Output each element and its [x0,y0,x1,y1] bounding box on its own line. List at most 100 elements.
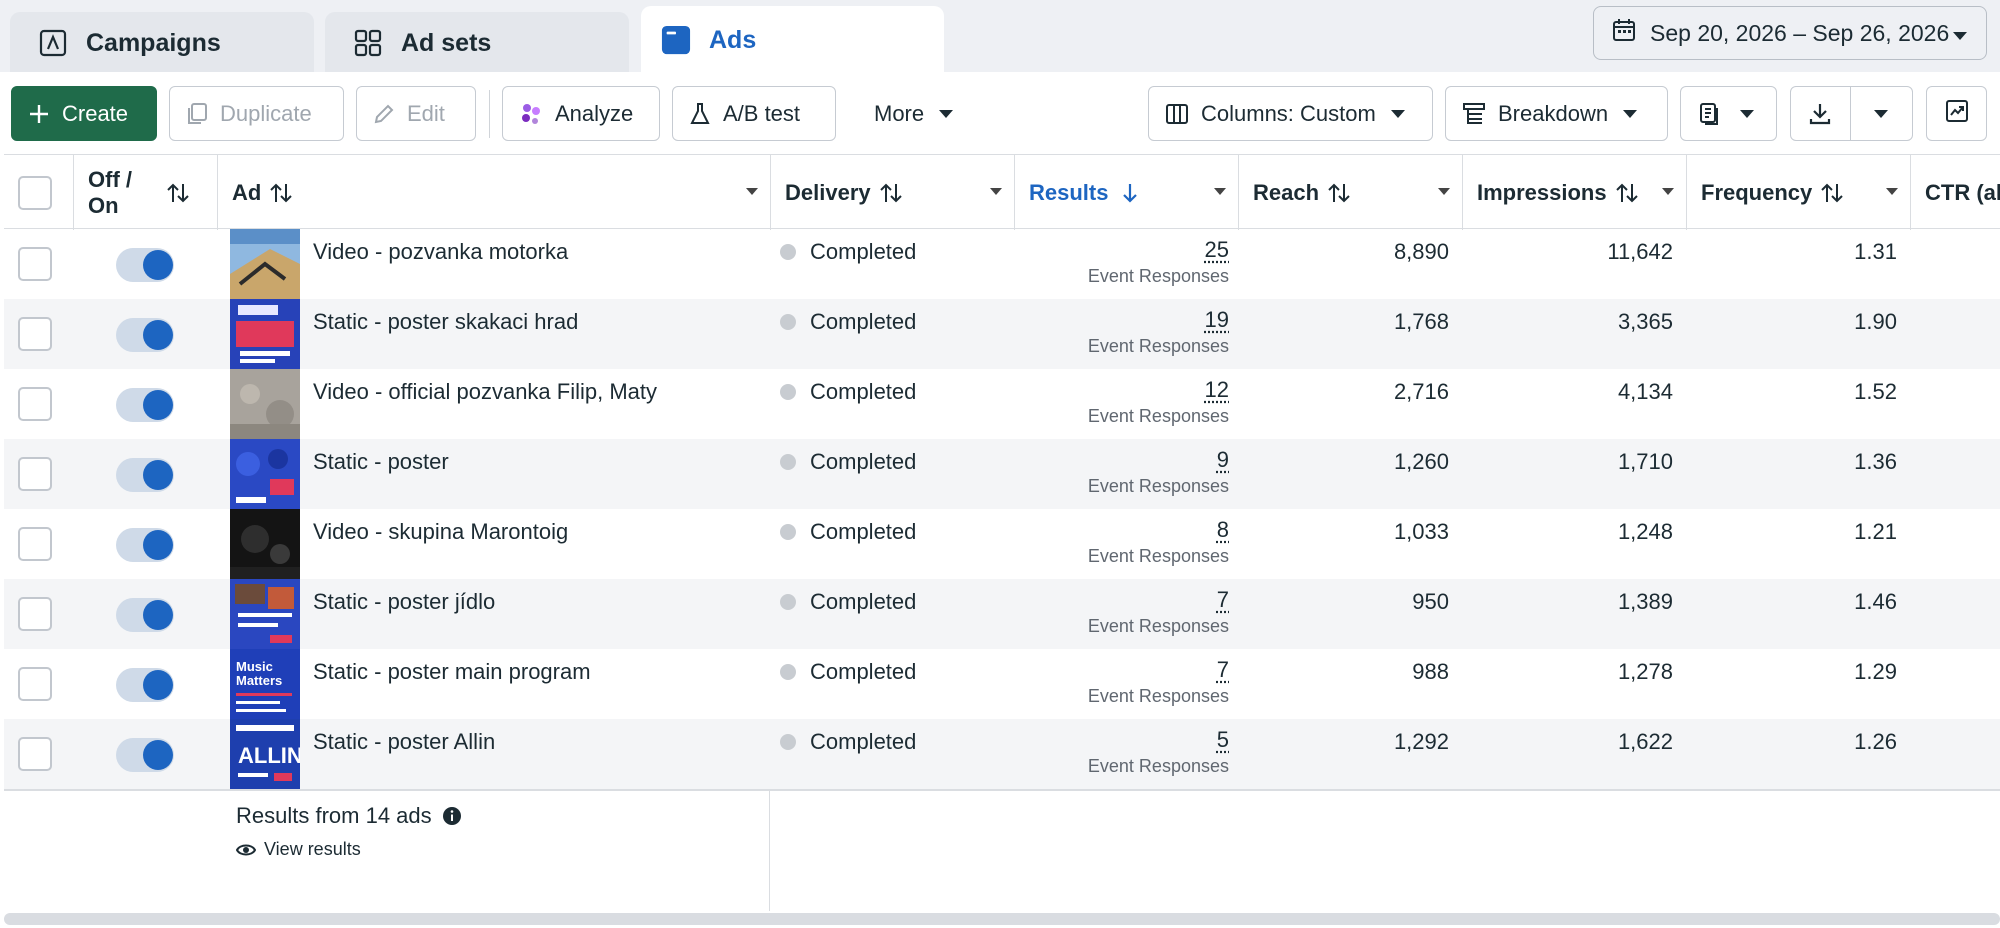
row-checkbox[interactable] [18,317,52,351]
reports-button[interactable] [1680,86,1777,141]
summary-title-text: Results from 14 ads [236,803,432,828]
results-value[interactable]: 9 [1029,447,1229,473]
ab-test-button[interactable]: A/B test [672,86,836,141]
ads-table: Off / On Ad Delivery Results Reach Impre… [4,154,2000,928]
column-reach[interactable]: Reach [1239,155,1463,230]
row-checkbox[interactable] [18,247,52,281]
export-button-group[interactable] [1790,86,1913,141]
ad-thumbnail[interactable] [230,369,300,439]
charts-button[interactable] [1926,86,1987,141]
column-menu-icon[interactable] [1438,188,1450,195]
tab-campaigns[interactable]: Campaigns [10,12,314,74]
results-value[interactable]: 8 [1029,517,1229,543]
ad-name[interactable]: Video - pozvanka motorka [313,239,568,265]
ad-on-off-toggle[interactable] [116,458,174,492]
row-checkbox[interactable] [18,667,52,701]
column-menu-icon[interactable] [1886,188,1898,195]
ad-on-off-toggle[interactable] [116,738,174,772]
row-checkbox[interactable] [18,527,52,561]
analyze-button[interactable]: Analyze [502,86,660,141]
breakdown-label: Breakdown [1498,100,1609,126]
reach-value: 1,260 [1393,449,1449,474]
ad-name[interactable]: Static - poster main program [313,659,591,685]
ad-name[interactable]: Video - skupina Marontoig [313,519,568,545]
column-menu-icon[interactable] [746,188,758,195]
ad-on-off-toggle[interactable] [116,388,174,422]
ad-thumbnail[interactable] [230,579,300,649]
ad-name[interactable]: Static - poster jídlo [313,589,495,615]
view-results-link[interactable]: View results [236,839,361,860]
date-range-picker[interactable]: Sep 20, 2026 – Sep 26, 2026 [1593,6,1987,60]
horizontal-scrollbar[interactable] [4,913,2000,925]
results-value[interactable]: 7 [1029,657,1229,683]
table-row[interactable]: Static - poster jídlo Completed 7 Event Res… [4,579,2000,649]
results-value[interactable]: 5 [1029,727,1229,753]
ad-thumbnail[interactable] [230,299,300,369]
results-unit: Event Responses [1087,546,1229,566]
table-row[interactable]: Static - poster skakaci hrad Completed 19 E… [4,299,2000,369]
results-value[interactable]: 7 [1029,587,1229,613]
table-row[interactable]: Music Matters Static - poster main program… [4,649,2000,719]
columns-button[interactable]: Columns: Custom [1148,86,1433,141]
results-value[interactable]: 25 [1029,237,1229,263]
info-icon[interactable] [442,806,462,826]
row-checkbox[interactable] [18,457,52,491]
table-row[interactable]: Video - official pozvanka Filip, Maty Com… [4,369,2000,439]
delivery-status: Completed [780,309,916,335]
ad-name[interactable]: Static - poster skakaci hrad [313,309,578,335]
column-frequency[interactable]: Frequency [1687,155,1911,230]
breakdown-button[interactable]: Breakdown [1445,86,1668,141]
results-value[interactable]: 12 [1029,377,1229,403]
chevron-down-icon[interactable] [1851,109,1912,119]
row-checkbox[interactable] [18,597,52,631]
ad-thumbnail[interactable]: ALLIN [230,719,300,789]
tab-ads[interactable]: Ads [641,6,944,74]
status-dot-icon [780,314,796,330]
ad-thumbnail[interactable] [230,509,300,579]
ad-name[interactable]: Static - poster Allin [313,729,495,755]
column-ad[interactable]: Ad [218,155,771,230]
tab-ad-sets[interactable]: Ad sets [325,12,629,74]
column-ctr[interactable]: CTR (all [1911,155,2000,230]
table-row[interactable]: Static - poster Completed 9 Event Responses… [4,439,2000,509]
table-row[interactable]: Video - pozvanka motorka Completed 25 Event… [4,229,2000,299]
status-dot-icon [780,524,796,540]
download-icon[interactable] [1791,87,1851,140]
row-checkbox[interactable] [18,737,52,771]
ad-on-off-toggle[interactable] [116,598,174,632]
ad-name[interactable]: Static - poster [313,449,449,475]
ad-thumbnail[interactable] [230,439,300,509]
table-row[interactable]: Video - skupina Marontoig Completed 8 Event… [4,509,2000,579]
column-label: Impressions [1477,179,1607,205]
ad-on-off-toggle[interactable] [116,668,174,702]
ad-thumbnail[interactable]: Music Matters [230,649,300,719]
ad-on-off-toggle[interactable] [116,318,174,352]
ad-on-off-toggle[interactable] [116,528,174,562]
ad-on-off-toggle[interactable] [116,248,174,282]
column-results[interactable]: Results [1015,155,1239,230]
results-cell: 19 Event Responses [1029,307,1229,357]
column-menu-icon[interactable] [1214,188,1226,195]
more-button[interactable]: More [858,86,978,141]
column-menu-icon[interactable] [1662,188,1674,195]
sort-icon [269,182,293,204]
sparkle-icon [519,102,543,126]
table-row[interactable]: ALLIN Static - poster Allin Completed 5 Even… [4,719,2000,789]
column-off-on[interactable]: Off / On [74,155,218,230]
edit-label: Edit [407,100,445,126]
column-delivery[interactable]: Delivery [771,155,1015,230]
edit-button[interactable]: Edit [356,86,476,141]
row-checkbox[interactable] [18,387,52,421]
results-value[interactable]: 19 [1029,307,1229,333]
ad-name[interactable]: Video - official pozvanka Filip, Maty [313,379,657,405]
column-menu-icon[interactable] [990,188,1002,195]
ad-thumbnail[interactable] [230,229,300,299]
column-impressions[interactable]: Impressions [1463,155,1687,230]
select-all-checkbox[interactable] [18,175,52,210]
delivery-status: Completed [780,659,916,685]
create-button[interactable]: Create [11,86,157,141]
results-cell: 8 Event Responses [1029,517,1229,567]
summary-title: Results from 14 ads [236,803,462,829]
results-unit: Event Responses [1087,476,1229,496]
duplicate-button[interactable]: Duplicate [169,86,344,141]
